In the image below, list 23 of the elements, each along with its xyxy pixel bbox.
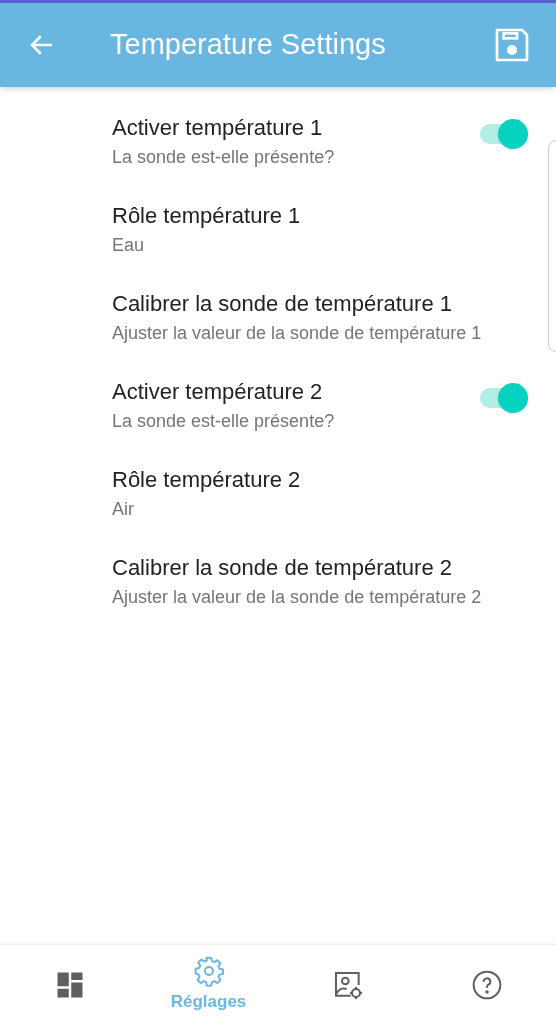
setting-title: Calibrer la sonde de température 2 <box>112 554 453 582</box>
setting-subtitle: Air <box>112 498 135 521</box>
setting-row[interactable]: Activer température 2 La sonde est-elle présente? <box>0 377 556 465</box>
setting-subtitle: La sonde est-elle présente? <box>112 410 336 433</box>
gear-icon <box>192 954 225 987</box>
setting-subtitle: Ajuster la valeur de la sonde de température 1 <box>112 322 483 345</box>
setting-title: Rôle température 1 <box>112 202 302 230</box>
setting-subtitle: La sonde est-elle présente? <box>112 146 336 169</box>
setting-title: Rôle température 2 <box>112 466 302 494</box>
toggle-switch[interactable] <box>478 119 528 149</box>
help-icon <box>470 968 503 1001</box>
setting-title: Activer température 1 <box>112 114 324 142</box>
setting-title: Calibrer la sonde de température 1 <box>112 290 453 318</box>
setting-row[interactable]: Rôle température 2 Air <box>0 465 556 553</box>
setting-row[interactable]: Activer température 1 La sonde est-elle présente? <box>0 113 556 201</box>
setting-subtitle: Eau <box>112 234 146 257</box>
setting-subtitle: Ajuster la valeur de la sonde de température 2 <box>112 586 483 609</box>
setting-title: Activer température 2 <box>112 378 324 406</box>
setting-row[interactable]: Calibrer la sonde de température 1 Ajuster la valeur de la sonde de température 1 <box>0 289 556 377</box>
setting-row[interactable]: Calibrer la sonde de température 2 Ajuster la valeur de la sonde de température 2 <box>0 553 556 641</box>
setting-row[interactable]: Rôle température 1 Eau <box>0 201 556 289</box>
toggle-switch[interactable] <box>478 383 528 413</box>
window-title: Temperature Settings <box>110 27 387 63</box>
